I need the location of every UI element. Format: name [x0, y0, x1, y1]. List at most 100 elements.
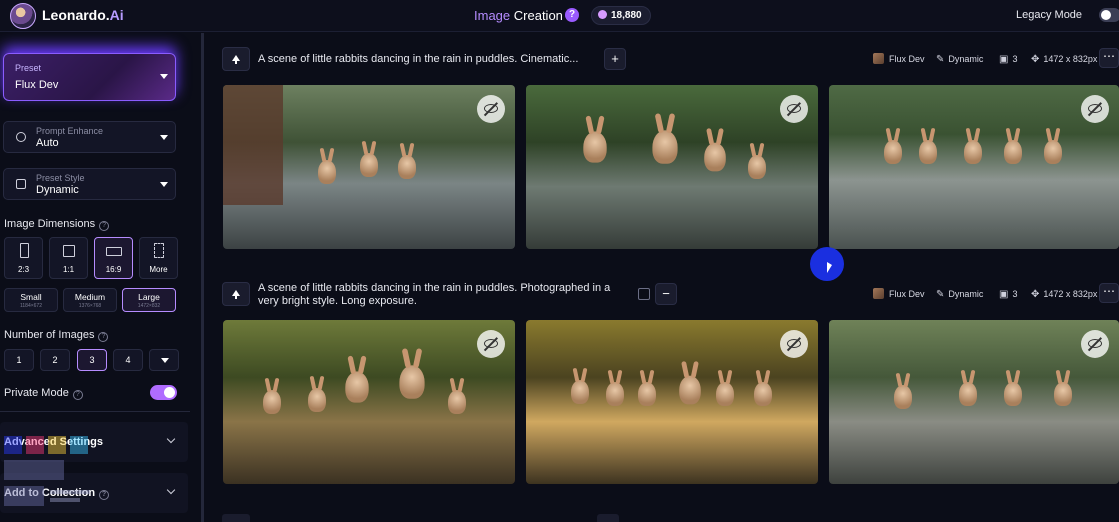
hide-image-button[interactable] [477, 95, 505, 123]
private-mode-toggle[interactable] [150, 385, 177, 400]
brand-avatar-icon[interactable] [10, 3, 36, 29]
rabbit-figure [959, 382, 977, 406]
portrait-ratio-icon [20, 243, 29, 258]
rabbit-figure [399, 365, 425, 399]
prompt-enhance-select[interactable]: Prompt Enhance Auto [3, 121, 176, 153]
divider [0, 411, 190, 412]
token-balance[interactable]: 18,880 [591, 6, 651, 25]
rabbit-figure [583, 131, 607, 163]
size-large-button[interactable]: Large 1472×832 [122, 288, 176, 312]
hide-image-button[interactable] [1081, 95, 1109, 123]
reuse-prompt-button[interactable] [222, 514, 250, 522]
prompt-enhance-label: Prompt Enhance [36, 126, 104, 136]
rabbit-figure [1004, 382, 1022, 406]
brand-name[interactable]: Leonardo.Ai [42, 7, 124, 23]
rabbit-figure [360, 153, 378, 177]
generated-image[interactable] [829, 320, 1119, 484]
image-count-tag: ▣ 3 [999, 51, 1017, 67]
rabbit-figure [919, 140, 937, 164]
number-of-images-heading: Number of Images? [4, 329, 109, 342]
sparkle-icon [16, 132, 26, 142]
image-count-3-button[interactable]: 3 [77, 349, 107, 371]
hide-image-button[interactable] [1081, 330, 1109, 358]
legacy-mode-label: Legacy Mode [1016, 9, 1083, 21]
style-tag: ✎ Dynamic [936, 51, 983, 67]
sidebar-resize-handle[interactable] [201, 33, 204, 522]
fence-detail [223, 85, 283, 205]
expand-prompt-button[interactable]: + [604, 48, 626, 70]
resolution-tag: ✥ 1472 x 832px [1031, 286, 1097, 302]
size-name: Small [20, 292, 42, 302]
reuse-prompt-button[interactable] [222, 282, 250, 306]
expand-prompt-button[interactable] [597, 514, 619, 522]
generated-image[interactable] [526, 320, 818, 484]
info-icon[interactable]: ? [98, 332, 109, 342]
rabbit-figure [345, 371, 369, 403]
images-icon: ▣ [999, 289, 1009, 300]
chevron-down-icon [161, 358, 169, 363]
ratio-more-button[interactable]: More [139, 237, 178, 279]
hide-image-button[interactable] [477, 330, 505, 358]
generation-prompt[interactable]: A scene of little rabbits dancing in the… [258, 53, 578, 66]
image-count-tag: ▣ 3 [999, 286, 1017, 302]
size-small-button[interactable]: Small 1184×672 [4, 288, 58, 312]
help-icon[interactable]: ? [565, 8, 579, 22]
more-options-button[interactable]: ⋯ [1099, 283, 1119, 303]
hide-image-button[interactable] [780, 330, 808, 358]
chevron-down-icon [166, 434, 176, 444]
preset-style-select[interactable]: Preset Style Dynamic [3, 168, 176, 200]
brush-icon: ✎ [936, 54, 945, 65]
rabbit-figure [754, 382, 772, 406]
image-count-2-button[interactable]: 2 [40, 349, 70, 371]
ratio-1-1-button[interactable]: 1:1 [49, 237, 88, 279]
legacy-mode-toggle[interactable] [1099, 8, 1119, 22]
image-dimensions-heading: Image Dimensions? [4, 218, 110, 231]
brush-icon: ✎ [936, 289, 945, 300]
private-mode-heading: Private Mode? [4, 387, 83, 400]
generated-image[interactable] [223, 320, 515, 484]
preset-value: Flux Dev [15, 79, 59, 91]
ratio-2-3-button[interactable]: 2:3 [4, 237, 43, 279]
collapse-prompt-button[interactable]: − [655, 283, 677, 305]
chevron-down-icon [160, 135, 168, 140]
generated-image[interactable] [829, 85, 1119, 249]
ratio-label: 1:1 [62, 265, 75, 274]
rabbit-figure [448, 390, 466, 414]
info-icon[interactable]: ? [72, 390, 83, 400]
landscape-ratio-icon [106, 247, 122, 256]
rabbit-figure [398, 155, 416, 179]
image-count-4-button[interactable]: 4 [113, 349, 143, 371]
rabbit-figure [571, 380, 589, 404]
generation-prompt[interactable]: A scene of little rabbits dancing in the… [258, 282, 610, 308]
size-name: Large [138, 292, 160, 302]
chevron-down-icon [166, 485, 176, 495]
generated-image[interactable] [223, 85, 515, 249]
rabbit-figure [716, 382, 734, 406]
style-tag: ✎ Dynamic [936, 286, 983, 302]
mouse-pointer-icon [827, 262, 832, 273]
prompt-enhance-value: Auto [36, 137, 59, 149]
image-count-1-button[interactable]: 1 [4, 349, 34, 371]
rabbit-figure [652, 130, 678, 164]
model-thumbnail-icon [873, 288, 884, 299]
more-ratio-icon [154, 243, 164, 258]
generated-image[interactable] [526, 85, 818, 249]
images-icon: ▣ [999, 54, 1009, 65]
ratio-16-9-button[interactable]: 16:9 [94, 237, 133, 279]
info-icon[interactable]: ? [99, 221, 110, 231]
resize-icon: ✥ [1031, 289, 1040, 300]
rabbit-figure [638, 382, 656, 406]
more-options-button[interactable]: ⋯ [1099, 48, 1119, 68]
arrow-up-icon [232, 55, 240, 64]
copy-icon[interactable] [638, 288, 650, 300]
resolution-tag: ✥ 1472 x 832px [1031, 51, 1097, 67]
preset-style-label: Preset Style [36, 173, 85, 183]
rabbit-figure [679, 375, 701, 405]
hide-image-button[interactable] [780, 95, 808, 123]
preset-select[interactable] [3, 53, 176, 101]
ratio-label: More [149, 265, 168, 274]
size-medium-button[interactable]: Medium 1376×768 [63, 288, 117, 312]
rabbit-figure [1044, 140, 1062, 164]
image-count-more-button[interactable] [149, 349, 179, 371]
reuse-prompt-button[interactable] [222, 47, 250, 71]
